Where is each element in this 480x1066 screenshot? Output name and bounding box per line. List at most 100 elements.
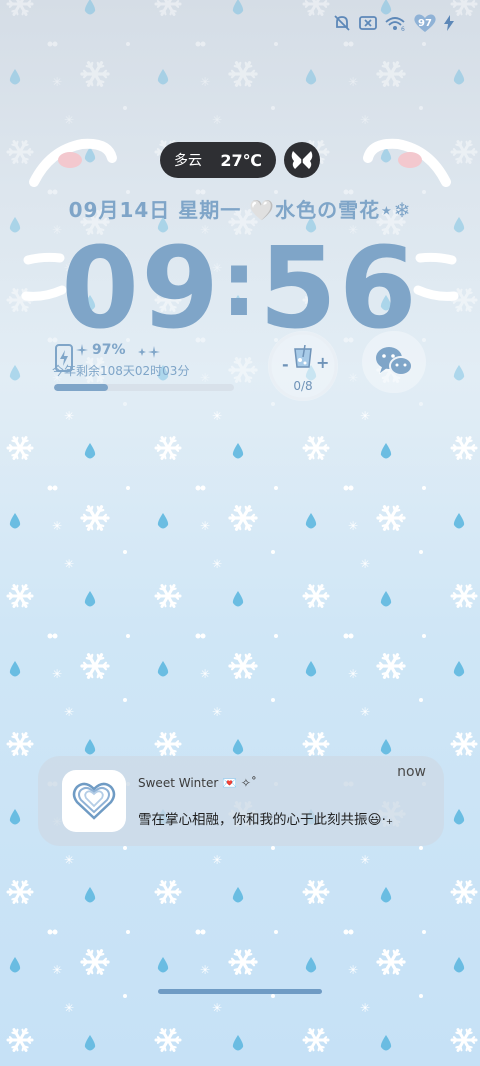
snowflake-icon [80, 505, 110, 531]
year-progress-fill [54, 384, 108, 391]
snowflake-icon [450, 436, 478, 460]
year-remaining-text: 今年剩余108天02时03分 [52, 364, 190, 378]
raindrop-icon [305, 661, 317, 677]
year-progress-bar [54, 384, 234, 391]
snowflake-icon [376, 61, 406, 87]
raindrop-icon [9, 69, 21, 85]
svg-text:✳: ✳ [348, 963, 358, 977]
raindrop-icon [305, 513, 317, 529]
water-tracker-widget[interactable]: - + 0/8 [268, 331, 338, 401]
svg-text:✳: ✳ [52, 75, 62, 89]
svg-text:✳: ✳ [360, 853, 370, 867]
svg-text:✳: ✳ [212, 409, 222, 423]
raindrop-icon [9, 957, 21, 973]
wechat-icon [376, 347, 413, 376]
water-count: 0/8 [293, 379, 313, 393]
raindrop-icon [453, 661, 465, 677]
snowflake-icon [154, 1028, 182, 1052]
snowflake-icon [228, 505, 258, 531]
snowflake-icon [450, 1028, 478, 1052]
svg-text:✳: ✳ [212, 557, 222, 571]
raindrop-icon [9, 809, 21, 825]
svg-text:✳: ✳ [52, 667, 62, 681]
weather-pill[interactable]: 多云 27℃ [160, 142, 276, 178]
app-icon [62, 770, 126, 832]
raindrop-icon [84, 591, 96, 607]
raindrop-icon [305, 69, 317, 85]
snowflake-icon [154, 584, 182, 608]
notification-card[interactable]: Sweet Winter 💌 ✧˚ now 雪在掌心相融，你和我的心于此刻共振😃… [38, 756, 444, 846]
svg-text:✳: ✳ [212, 1001, 222, 1015]
raindrop-icon [305, 957, 317, 973]
battery-percent: 97% [92, 342, 126, 358]
raindrop-icon [157, 957, 169, 973]
raindrop-icon [232, 887, 244, 903]
raindrop-icon [232, 591, 244, 607]
snowflake-icon [6, 732, 34, 756]
raindrop-icon [84, 887, 96, 903]
snowflake-icon [228, 61, 258, 87]
svg-text:✳: ✳ [52, 519, 62, 533]
charging-bolt-icon [444, 15, 454, 31]
no-sim-icon [359, 16, 377, 30]
snowflake-icon [450, 732, 478, 756]
weather-condition: 多云 [174, 153, 202, 169]
snowflake-icon [228, 949, 258, 975]
snowflake-icon [302, 880, 330, 904]
heart-outline-icon [72, 782, 116, 820]
svg-text:✳: ✳ [200, 963, 210, 977]
raindrop-icon [9, 661, 21, 677]
raindrop-icon [453, 513, 465, 529]
water-minus-button[interactable]: - [282, 355, 289, 374]
butterfly-icon [291, 151, 313, 169]
svg-text:✳: ✳ [200, 75, 210, 89]
clock-hour: 09 [61, 224, 221, 354]
raindrop-icon [84, 739, 96, 755]
raindrop-icon [84, 443, 96, 459]
raindrop-icon [232, 0, 244, 15]
svg-text:✳: ✳ [348, 75, 358, 89]
snowflake-icon [154, 880, 182, 904]
svg-text:6: 6 [401, 26, 405, 32]
snowflake-icon [6, 584, 34, 608]
notification-message: 雪在掌心相融，你和我的心于此刻共振😃‧₊ [138, 812, 393, 828]
snowflake-icon [376, 949, 406, 975]
heart-battery-icon: 97 [412, 14, 438, 32]
snowflake-icon [80, 949, 110, 975]
snowflake-icon [376, 505, 406, 531]
raindrop-icon [157, 513, 169, 529]
snowflake-icon [228, 653, 258, 679]
snowflake-icon [450, 880, 478, 904]
snowflake-icon [6, 880, 34, 904]
raindrop-icon [232, 1035, 244, 1051]
raindrop-icon [157, 661, 169, 677]
svg-text:✳: ✳ [360, 1001, 370, 1015]
raindrop-icon [9, 513, 21, 529]
wechat-shortcut[interactable] [362, 331, 426, 393]
battery-widget[interactable]: 97% 今年剩余108天02时03分 [52, 340, 252, 400]
snowflake-icon [80, 653, 110, 679]
battery-level: 97 [418, 17, 432, 29]
svg-text:✳: ✳ [64, 705, 74, 719]
svg-text:✳: ✳ [348, 667, 358, 681]
snowflake-icon [450, 0, 478, 16]
svg-text:✳: ✳ [360, 705, 370, 719]
svg-text:✳: ✳ [348, 371, 358, 385]
svg-text:✳: ✳ [360, 557, 370, 571]
snowflake-icon [376, 653, 406, 679]
butterfly-button[interactable] [284, 142, 320, 178]
raindrop-icon [453, 365, 465, 381]
snowflake-icon [302, 436, 330, 460]
snowflake-icon [6, 436, 34, 460]
raindrop-icon [232, 739, 244, 755]
water-plus-button[interactable]: + [316, 353, 329, 372]
raindrop-icon [84, 1035, 96, 1051]
snowflake-icon [302, 1028, 330, 1052]
raindrop-icon [232, 443, 244, 459]
svg-text:✳: ✳ [64, 557, 74, 571]
snowflake-icon [6, 0, 34, 16]
water-glass-icon [294, 345, 312, 368]
home-indicator[interactable] [158, 989, 322, 994]
status-bar: 6 97 [332, 12, 454, 34]
lock-screen: ✳✳✳✳✳✳✳✳✳✳✳✳✳✳✳✳✳✳✳✳✳✳✳✳✳✳✳✳✳✳✳✳✳✳✳✳✳✳✳✳… [0, 0, 480, 1066]
